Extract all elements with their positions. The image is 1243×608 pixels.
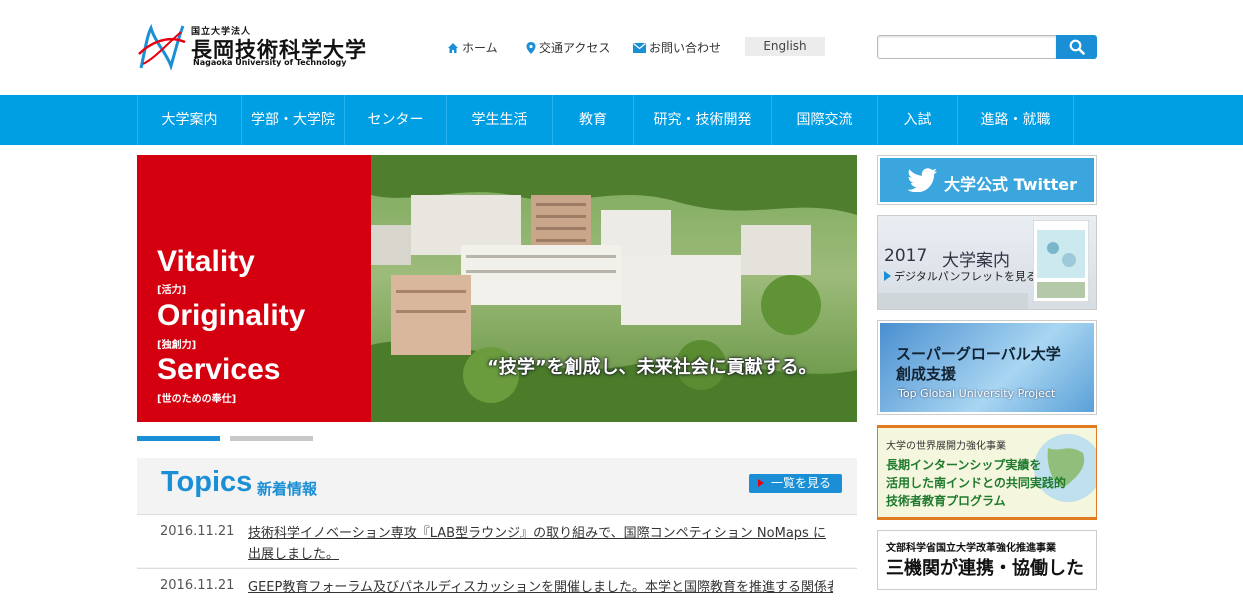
- search-box: [877, 35, 1097, 59]
- hero-word-originality: Originality: [157, 299, 306, 332]
- nav-item-centers[interactable]: センター: [344, 95, 446, 145]
- nav-item-about[interactable]: 大学案内: [137, 95, 241, 145]
- intern-program-line-1: 長期インターンシップ実績を: [886, 458, 1042, 472]
- nav-item-student-life[interactable]: 学生生活: [446, 95, 552, 145]
- twitter-bird-icon: [908, 168, 937, 192]
- twitter-banner-inner: 大学公式 Twitter: [880, 158, 1094, 202]
- mext-reform-title: 三機関が連携・協働した: [886, 558, 1084, 579]
- nav-item-education[interactable]: 教育: [552, 95, 633, 145]
- topics-header: Topics 新着情報 一覧を見る: [137, 458, 857, 514]
- sgu-banner[interactable]: スーパーグローバル大学 創成支援 Top Global University P…: [877, 320, 1097, 415]
- twitter-banner[interactable]: 大学公式 Twitter: [877, 155, 1097, 205]
- sgu-banner-inner: スーパーグローバル大学 創成支援 Top Global University P…: [880, 323, 1094, 412]
- mext-reform-banner[interactable]: 文部科学省国立大学改革強化推進事業 三機関が連携・協働した: [877, 530, 1097, 590]
- hero-word-vitality: Vitality: [157, 245, 255, 278]
- nav-item-careers[interactable]: 進路・就職: [957, 95, 1074, 145]
- sgu-english: Top Global University Project: [898, 387, 1056, 400]
- slide-dot-1[interactable]: [137, 436, 220, 441]
- news-date: 2016.11.21: [160, 524, 235, 539]
- search-button[interactable]: [1056, 35, 1097, 59]
- sgu-line-1: スーパーグローバル大学: [896, 345, 1061, 363]
- logo-english-text: Nagaoka University of Technology: [193, 58, 347, 67]
- mail-icon: [633, 42, 646, 53]
- contact-link-label: お問い合わせ: [649, 41, 722, 55]
- search-icon: [1069, 39, 1085, 55]
- nav-item-admissions[interactable]: 入試: [877, 95, 957, 145]
- site-header: 国立大学法人 長岡技術科学大学 Nagaoka University of Te…: [0, 0, 1243, 95]
- contact-link[interactable]: お問い合わせ: [633, 39, 721, 56]
- hero-slogan-panel: Vitality [活力] Originality [独創力] Services…: [137, 155, 371, 422]
- access-link[interactable]: 交通アクセス: [526, 39, 610, 56]
- hero-sub-originality: [独創力]: [157, 340, 197, 351]
- campus-aerial-photo: [371, 155, 857, 422]
- topics-section: Topics 新着情報 一覧を見る 2016.11.21 技術科学イノベーション…: [137, 458, 857, 608]
- nav-item-research[interactable]: 研究・技術開発: [633, 95, 771, 145]
- arrow-right-icon: [758, 479, 764, 487]
- pamphlet-banner[interactable]: 2017 大学案内 デジタルパンフレットを見る: [877, 215, 1097, 310]
- home-link-label: ホーム: [462, 41, 498, 55]
- hero-sub-services: [世のための奉仕]: [157, 394, 237, 405]
- home-link[interactable]: ホーム: [447, 39, 498, 56]
- slide-dot-2[interactable]: [230, 436, 313, 441]
- intern-program-line-2: 活用した南インドとの共同実践的: [886, 476, 1066, 490]
- university-logo[interactable]: 国立大学法人 長岡技術科学大学 Nagaoka University of Te…: [137, 22, 367, 72]
- topics-title: Topics: [161, 466, 253, 498]
- location-pin-icon: [526, 41, 536, 54]
- home-icon: [448, 42, 458, 53]
- search-input[interactable]: [877, 35, 1057, 59]
- hero-caption: “技学”を創成し、未来社会に貢献する。: [487, 357, 817, 378]
- hero-slider[interactable]: Vitality [活力] Originality [独創力] Services…: [137, 155, 857, 422]
- pamphlet-year: 2017: [884, 246, 928, 266]
- topics-subtitle: 新着情報: [257, 480, 318, 498]
- view-all-label: 一覧を見る: [771, 476, 832, 490]
- nav-item-faculties[interactable]: 学部・大学院: [241, 95, 344, 145]
- campus-strip-image: [878, 293, 1028, 309]
- arrow-right-icon: [884, 271, 891, 281]
- mext-reform-top: 文部科学省国立大学改革強化推進事業: [886, 543, 1056, 554]
- pamphlet-cover-image: [1033, 220, 1089, 302]
- news-title-link[interactable]: 技術科学イノベーション専攻『LAB型ラウンジ』の取り組みで、国際コンペティション…: [248, 523, 833, 565]
- main-nav: 大学案内 学部・大学院 センター 学生生活 教育 研究・技術開発 国際交流 入試…: [0, 95, 1243, 145]
- intern-program-top: 大学の世界展開力強化事業: [886, 441, 1006, 452]
- news-item[interactable]: 2016.11.21 技術科学イノベーション専攻『LAB型ラウンジ』の取り組みで…: [137, 514, 857, 567]
- news-item[interactable]: 2016.11.21 GEEP教育フォーラム及びパネルディスカッションを開催しま…: [137, 568, 857, 608]
- english-button[interactable]: English: [745, 37, 825, 56]
- logo-mark-icon: [138, 24, 186, 70]
- intern-program-line-3: 技術者教育プログラム: [886, 494, 1006, 508]
- view-all-button[interactable]: 一覧を見る: [749, 474, 842, 493]
- hero-sub-vitality: [活力]: [157, 285, 187, 296]
- hero-word-services: Services: [157, 353, 281, 386]
- sgu-line-2: 創成支援: [896, 365, 957, 383]
- news-date: 2016.11.21: [160, 578, 235, 593]
- intern-program-banner[interactable]: 大学の世界展開力強化事業 長期インターンシップ実績を 活用した南インドとの共同実…: [877, 425, 1097, 520]
- pamphlet-link-label: デジタルパンフレットを見る: [894, 270, 1037, 283]
- nav-item-international[interactable]: 国際交流: [771, 95, 877, 145]
- twitter-banner-label: 大学公式 Twitter: [944, 175, 1078, 194]
- access-link-label: 交通アクセス: [539, 41, 611, 55]
- news-title-link[interactable]: GEEP教育フォーラム及びパネルディスカッションを開催しました。本学と国際教育を…: [248, 577, 833, 598]
